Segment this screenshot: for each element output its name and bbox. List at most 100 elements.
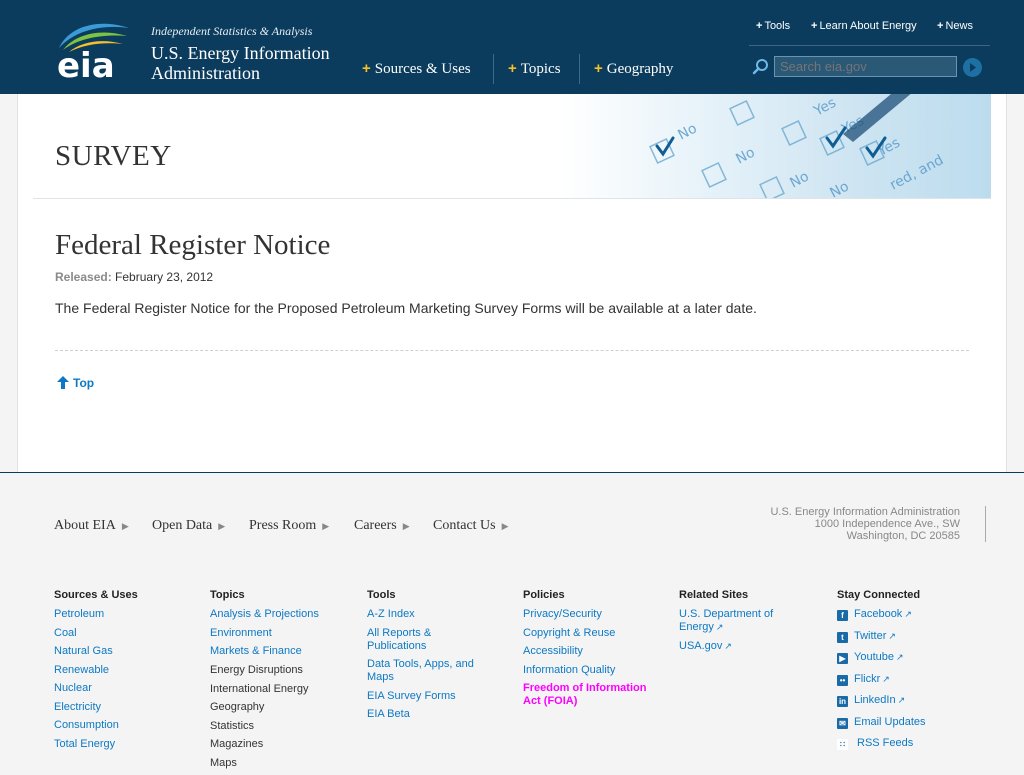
footer-link[interactable]: Maps [210,757,237,770]
social-label: Email Updates [854,715,926,728]
nav-label: Sources & Uses [374,61,471,77]
footer-link[interactable]: Privacy/Security [523,608,653,621]
footer-col-sources: Sources & Uses Petroleum Coal Natural Ga… [54,589,194,756]
footer-col-heading: Sources & Uses [54,589,138,601]
footer-link-doe[interactable]: U.S. Department of Energy ↗ [679,608,789,634]
nav-label: Geography [606,61,674,77]
logo-text[interactable]: Independent Statistics & Analysis U.S. E… [151,24,330,83]
social-rss[interactable]: ∷ RSS Feeds [837,737,977,750]
social-label: LinkedIn [854,694,896,706]
banner-word: red, and [887,152,946,193]
footer-link[interactable]: Data Tools, Apps, and Maps [367,658,477,684]
footer-nav-careers[interactable]: Careers ▶ [354,518,410,534]
chevron-right-icon: ▶ [322,521,330,531]
social-flickr[interactable]: •• Flickr ↗ [837,673,977,686]
external-link-icon: ↗ [897,695,906,705]
footer-link[interactable]: Accessibility [523,645,653,658]
tagline: Independent Statistics & Analysis [151,24,313,38]
divider [55,350,969,351]
util-link-learn[interactable]: + Learn About Energy [811,20,917,32]
plus-icon: + [508,60,517,77]
page-title: Federal Register Notice [55,229,331,261]
address-divider [985,506,986,542]
footer-link[interactable]: Coal [54,627,194,640]
footer-link[interactable]: All Reports & Publications [367,627,477,653]
footer-nav-label: Press Room [249,518,317,533]
footer-link[interactable]: International Energy [210,683,308,696]
util-link-tools[interactable]: + Tools [756,20,790,32]
footer-link[interactable]: Geography [210,701,264,714]
social-email[interactable]: ✉ Email Updates [837,716,977,729]
footer-nav-contact[interactable]: Contact Us ▶ [433,518,509,534]
flickr-icon: •• [837,674,848,686]
top-link-label: Top [73,376,95,390]
footer-col-related: Related Sites U.S. Department of Energy ↗… [679,589,789,658]
external-link-icon: ↗ [888,630,896,641]
released-label: Released: [55,270,112,284]
banner-title: SURVEY [55,140,172,172]
social-facebook[interactable]: f Facebook ↗ [837,608,977,621]
footer-address: U.S. Energy Information Administration 1… [720,506,960,542]
email-icon: ✉ [837,717,848,729]
nav-topics[interactable]: + Topics [508,54,561,84]
search-go-button[interactable] [963,58,982,77]
released-date: February 23, 2012 [115,270,214,284]
footer-link[interactable]: Freedom of Information Act (FOIA) [523,682,653,708]
survey-banner: No Yes No Yes No Yes No red, and [33,94,991,199]
footer-link[interactable]: Copyright & Reuse [523,627,653,640]
search-icon[interactable] [752,58,770,76]
footer-nav-label: About EIA [54,518,116,533]
footer-col-heading: Stay Connected [837,589,921,601]
util-link-news[interactable]: + News [937,20,973,32]
footer-col-tools: Tools A-Z Index All Reports & Publicatio… [367,589,477,727]
nav-sources-uses[interactable]: + Sources & Uses [362,54,471,84]
footer-link[interactable]: Analysis & Projections [210,608,350,621]
footer-nav-open-data[interactable]: Open Data ▶ [152,518,225,534]
nav-geography[interactable]: + Geography [594,54,673,84]
footer-link[interactable]: Petroleum [54,608,194,621]
banner-word: No [827,178,851,199]
util-divider [749,45,990,46]
footer-link[interactable]: EIA Beta [367,708,477,721]
footer-link[interactable]: Total Energy [54,738,194,751]
search-input[interactable] [774,56,957,77]
footer-link[interactable]: Markets & Finance [210,645,350,658]
back-to-top-link[interactable]: Top [57,376,94,390]
footer-link[interactable]: Information Quality [523,664,653,677]
banner-word: No [787,168,811,191]
footer-link[interactable]: Renewable [54,664,194,677]
footer-link[interactable]: Natural Gas [54,645,194,658]
footer-link[interactable]: A-Z Index [367,608,477,621]
footer-link[interactable]: Nuclear [54,682,194,695]
plus-icon: + [594,60,603,77]
footer-link[interactable]: Consumption [54,719,194,732]
address-line: 1000 Independence Ave., SW [814,518,960,530]
social-youtube[interactable]: ▶ Youtube ↗ [837,651,977,664]
footer-top-border [0,472,1024,473]
footer-link[interactable]: EIA Survey Forms [367,690,477,703]
twitter-icon: t [837,631,848,643]
social-twitter[interactable]: t Twitter ↗ [837,630,977,643]
footer-nav-press-room[interactable]: Press Room ▶ [249,518,329,534]
footer-nav-label: Open Data [152,518,213,533]
footer-link[interactable]: Environment [210,627,350,640]
arrow-right-icon [970,63,976,72]
social-label: Youtube [854,651,894,663]
footer-link-usa-gov[interactable]: USA.gov ↗ [679,640,789,653]
notice-description: The Federal Register Notice for the Prop… [55,300,757,316]
footer-col-policies: Policies Privacy/Security Copyright & Re… [523,589,653,714]
footer-link[interactable]: Electricity [54,701,194,714]
social-linkedin[interactable]: in LinkedIn ↗ [837,694,977,707]
footer-link[interactable]: Energy Disruptions [210,664,303,677]
footer-nav-about[interactable]: About EIA ▶ [54,518,129,534]
footer-link[interactable]: Statistics [210,720,254,733]
nav-separator [579,54,580,84]
external-link-icon: ↗ [895,652,904,662]
footer-link[interactable]: Magazines [210,738,263,751]
nav-label: Topics [520,61,561,77]
chevron-right-icon: ▶ [121,521,129,531]
footer-col-heading: Policies [523,589,565,601]
eia-logo[interactable]: eia [55,20,135,80]
banner-word: No [733,144,757,167]
banner-word: No [675,120,699,143]
